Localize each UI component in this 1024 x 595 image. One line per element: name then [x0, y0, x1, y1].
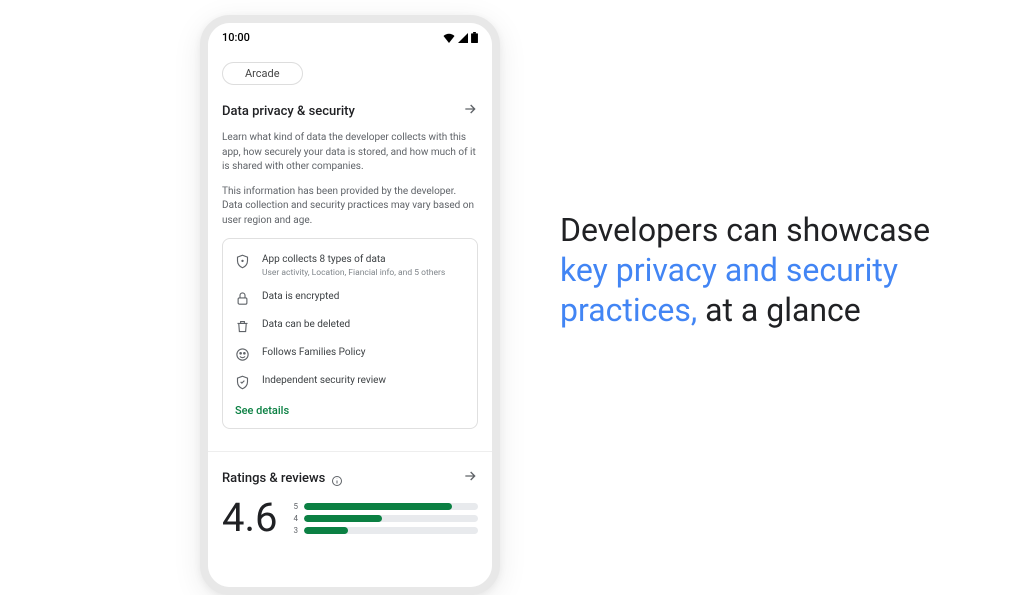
privacy-desc-2: This information has been provided by th…	[222, 185, 478, 229]
rating-bars: 5 4 3	[294, 498, 478, 538]
section-divider	[208, 451, 492, 452]
rating-score: 4.6	[222, 498, 278, 538]
bar-label: 4	[294, 514, 299, 523]
arrow-right-icon	[462, 101, 478, 121]
lock-icon	[235, 291, 250, 306]
arrow-right-icon	[462, 468, 478, 488]
data-row-collects: App collects 8 types of data User activi…	[235, 253, 465, 278]
phone-screen: 10:00 Arcade Data privacy & security Lea…	[208, 23, 492, 587]
bar-row-3: 3	[294, 526, 478, 535]
battery-icon	[471, 32, 478, 43]
ratings-title: Ratings & reviews	[222, 471, 325, 486]
row-title: App collects 8 types of data	[262, 253, 465, 266]
wifi-icon	[443, 33, 455, 43]
row-title: Data can be deleted	[262, 318, 465, 331]
marketing-part2: at a glance	[697, 291, 861, 329]
trash-icon	[235, 319, 250, 334]
badge-icon	[235, 375, 250, 390]
info-icon[interactable]	[331, 472, 343, 484]
privacy-section-header[interactable]: Data privacy & security	[222, 101, 478, 121]
row-sub: User activity, Location, Fiancial info, …	[262, 268, 465, 278]
row-title: Independent security review	[262, 374, 465, 387]
privacy-desc-1: Learn what kind of data the developer co…	[222, 131, 478, 175]
privacy-card: App collects 8 types of data User activi…	[222, 238, 478, 429]
ratings-body: 4.6 5 4 3	[222, 498, 478, 538]
marketing-part1: Developers can showcase	[560, 211, 930, 249]
bar-label: 3	[294, 526, 299, 535]
status-time: 10:00	[222, 31, 250, 44]
bar-fill	[304, 503, 452, 510]
data-row-delete: Data can be deleted	[235, 318, 465, 334]
data-row-review: Independent security review	[235, 374, 465, 390]
signal-icon	[458, 33, 468, 43]
bar-fill	[304, 527, 347, 534]
data-row-encrypted: Data is encrypted	[235, 290, 465, 306]
row-title: Data is encrypted	[262, 290, 465, 303]
status-bar: 10:00	[208, 23, 492, 48]
privacy-section-title: Data privacy & security	[222, 104, 355, 119]
phone-frame: 10:00 Arcade Data privacy & security Lea…	[200, 15, 500, 595]
content-area: Arcade Data privacy & security Learn wha…	[208, 48, 492, 587]
row-title: Follows Families Policy	[262, 346, 465, 359]
data-row-families: Follows Families Policy	[235, 346, 465, 362]
see-details-link[interactable]: See details	[235, 404, 289, 417]
marketing-text: Developers can showcase key privacy and …	[560, 210, 980, 330]
category-chip[interactable]: Arcade	[222, 62, 303, 85]
bar-row-4: 4	[294, 514, 478, 523]
family-icon	[235, 347, 250, 362]
bar-fill	[304, 515, 382, 522]
status-icons	[443, 32, 478, 43]
bar-row-5: 5	[294, 502, 478, 511]
ratings-section-header[interactable]: Ratings & reviews	[222, 468, 478, 488]
shield-icon	[235, 254, 250, 269]
bar-label: 5	[294, 502, 299, 511]
